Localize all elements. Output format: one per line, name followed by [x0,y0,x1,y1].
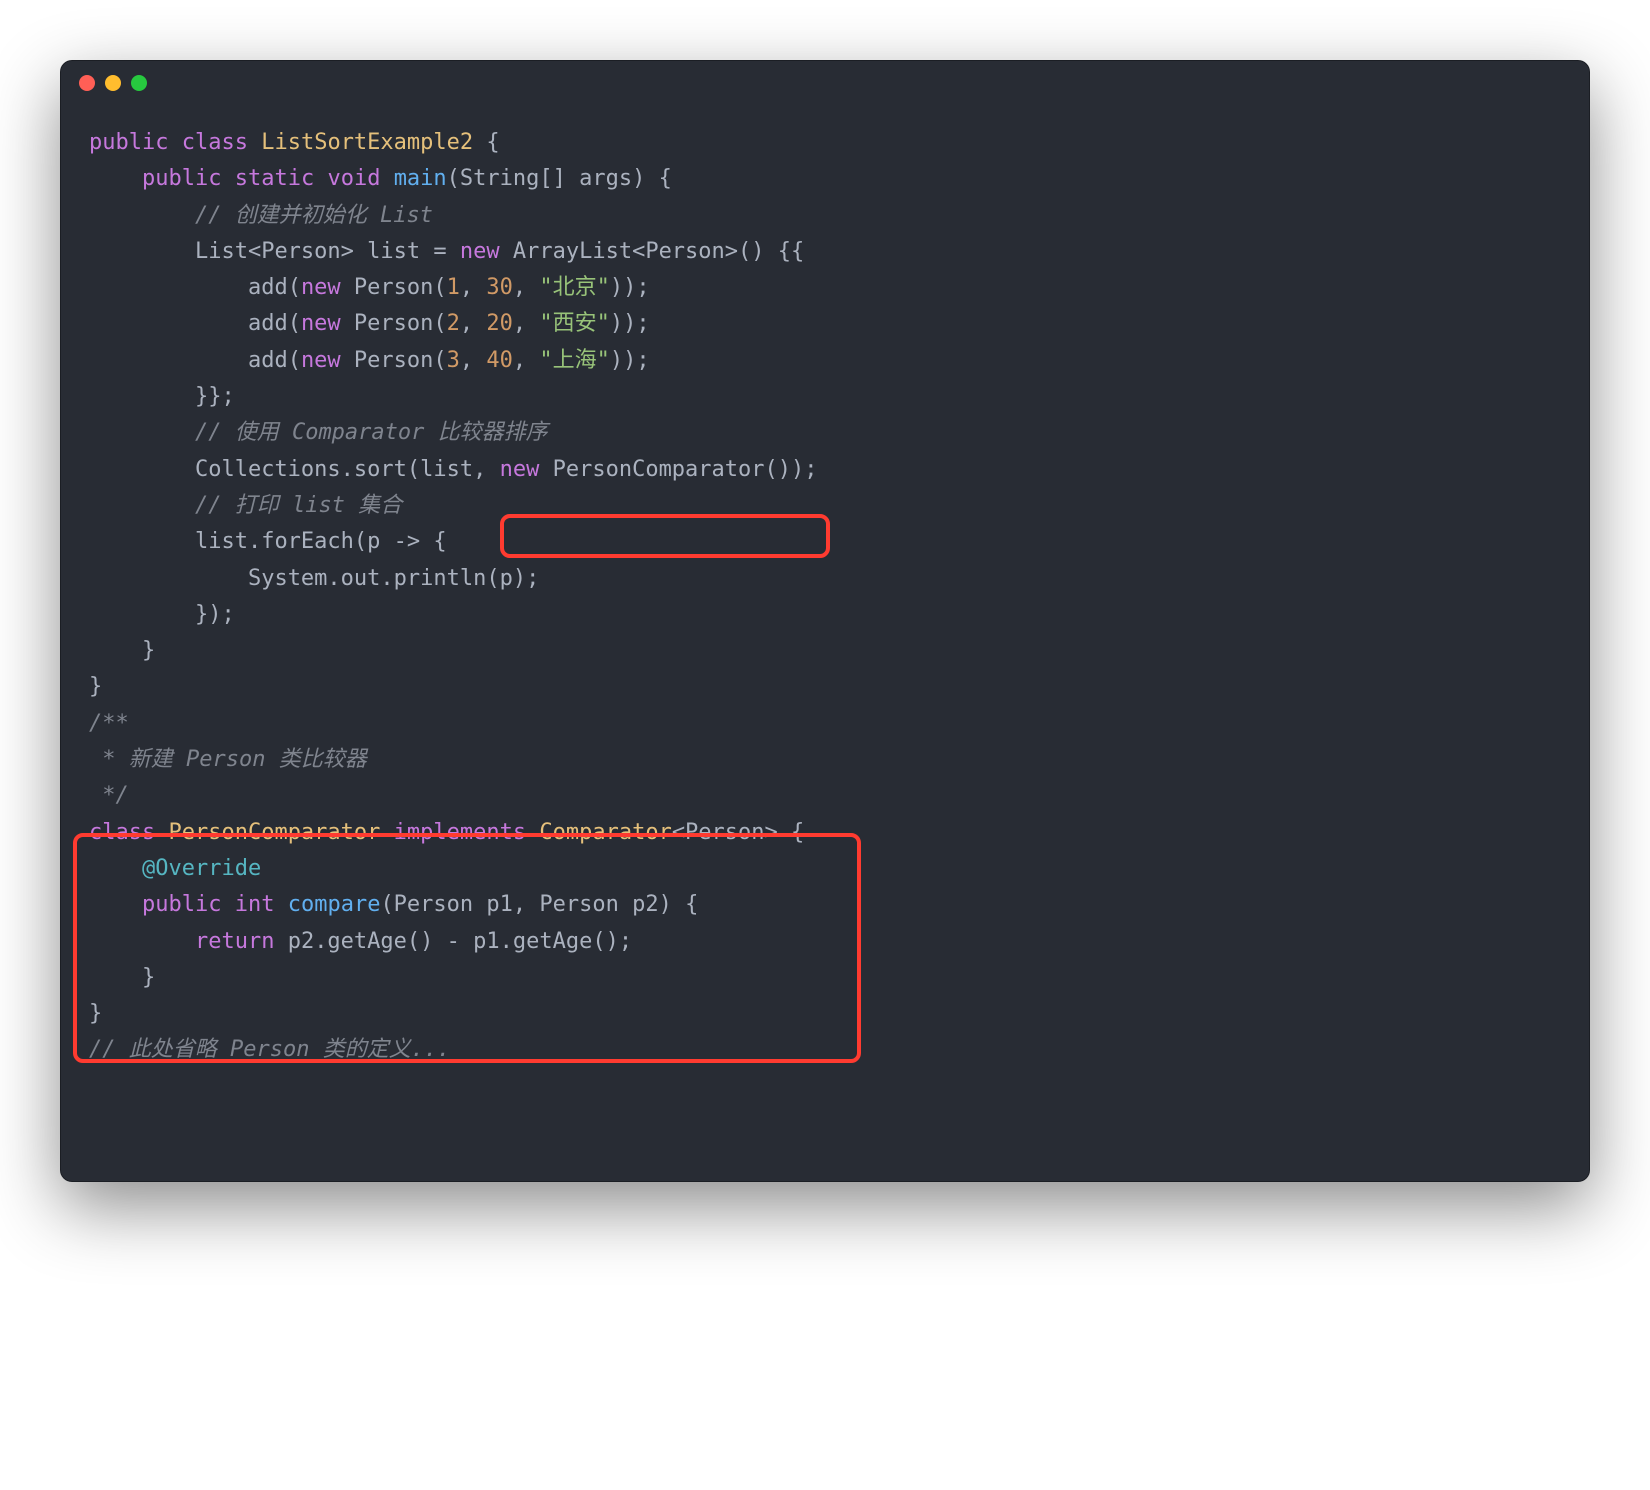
code-text: ArrayList<Person>() {{ [500,239,805,264]
keyword: return [195,929,274,954]
code-text: System.out.println(p); [248,566,539,591]
string: "北京" [539,275,610,300]
keyword: static [235,166,314,191]
keyword: new [301,348,341,373]
window-titlebar [61,61,1589,105]
code-text: Person( [341,311,447,336]
code-text: }}; [195,384,235,409]
number: 3 [447,348,460,373]
code-text: add( [248,311,301,336]
code-text: (String[] args) { [447,166,672,191]
class-name: ListSortExample2 [261,130,473,155]
comment: */ [89,783,129,808]
keyword: new [500,457,540,482]
code-window: public class ListSortExample2 { public s… [60,60,1590,1182]
number: 1 [447,275,460,300]
code-text: )); [610,275,650,300]
number: 30 [486,275,513,300]
keyword: public [89,130,168,155]
number: 20 [486,311,513,336]
keyword: implements [394,820,526,845]
code-text: } [89,1001,102,1026]
comment: // 使用 Comparator 比较器排序 [195,420,548,445]
code-text: Collections.sort(list, [195,457,500,482]
code-text: List<Person> list = [195,239,460,264]
code-text: )); [610,348,650,373]
maximize-icon[interactable] [131,75,147,91]
keyword: new [301,311,341,336]
method-name: main [394,166,447,191]
class-name: PersonComparator [168,820,380,845]
code-content: public class ListSortExample2 { public s… [61,105,1589,1181]
code-text: Person( [341,348,447,373]
close-icon[interactable] [79,75,95,91]
code-text: , [513,311,540,336]
code-text: , [513,348,540,373]
keyword: new [301,275,341,300]
keyword: int [235,892,275,917]
keyword: void [327,166,380,191]
code-text: Person( [341,275,447,300]
minimize-icon[interactable] [105,75,121,91]
code-text: list.forEach(p -> { [195,529,447,554]
comment: // 打印 list 集合 [195,493,402,518]
code-text: , [460,311,487,336]
code-text: { [473,130,500,155]
number: 40 [486,348,513,373]
keyword: public [142,166,221,191]
code-text: } [142,638,155,663]
comment: // 创建并初始化 List [195,203,433,228]
code-text: }); [195,602,235,627]
keyword: class [89,820,155,845]
comment: /** [89,711,129,736]
code-text: <Person> { [672,820,804,845]
code-text: )); [610,311,650,336]
code-text: add( [248,275,301,300]
interface-name: Comparator [539,820,671,845]
code-text: (Person p1, Person p2) { [380,892,698,917]
keyword: public [142,892,221,917]
code-text: , [460,348,487,373]
annotation: @Override [142,856,261,881]
comment: // 此处省略 Person 类的定义... [89,1037,450,1062]
code-text: } [89,674,102,699]
code-text: } [142,965,155,990]
keyword: class [182,130,248,155]
number: 2 [447,311,460,336]
comment: * 新建 Person 类比较器 [89,747,367,772]
code-text: p2.getAge() - p1.getAge(); [274,929,632,954]
code-text: add( [248,348,301,373]
code-text: , [460,275,487,300]
string: "上海" [539,348,610,373]
keyword: new [460,239,500,264]
code-text: PersonComparator()); [539,457,817,482]
highlight-box-inline [500,514,830,558]
code-text: , [513,275,540,300]
string: "西安" [539,311,610,336]
method-name: compare [288,892,381,917]
